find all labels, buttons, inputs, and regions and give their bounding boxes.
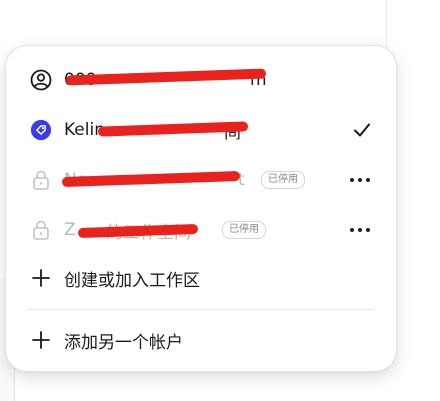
workspace-item-selected[interactable]: Kelin 间: [6, 106, 396, 154]
add-account-button[interactable]: 添加另一个帐户: [6, 316, 396, 364]
plus-icon: [30, 267, 52, 289]
create-join-label: 创建或加入工作区: [64, 270, 200, 291]
workspace-name-label: Z: [64, 220, 76, 240]
background-divider: [386, 0, 387, 48]
status-badge: 已停用: [222, 221, 266, 239]
more-options-icon[interactable]: [348, 220, 372, 240]
more-options-icon[interactable]: [348, 170, 372, 190]
workspace-tag-icon: [30, 119, 52, 141]
account-switcher-menu: 000 m Kelin 间 Ne: [5, 45, 397, 372]
redaction-mark: [61, 170, 241, 188]
plus-icon: [30, 329, 52, 351]
create-join-workspace-button[interactable]: 创建或加入工作区: [6, 254, 396, 302]
menu-divider: [28, 309, 374, 310]
checkmark-icon: [352, 120, 372, 140]
user-circle-icon: [30, 69, 52, 91]
status-badge: 已停用: [261, 171, 305, 189]
account-item-email[interactable]: 000 m: [6, 56, 396, 104]
workspace-item-disabled-2[interactable]: Z 的工作空间 已停用: [6, 206, 396, 254]
add-account-label: 添加另一个帐户: [64, 332, 183, 353]
workspace-item-disabled-1[interactable]: Ne t 已停用: [6, 156, 396, 204]
lock-icon: [30, 219, 52, 241]
lock-icon: [30, 169, 52, 191]
